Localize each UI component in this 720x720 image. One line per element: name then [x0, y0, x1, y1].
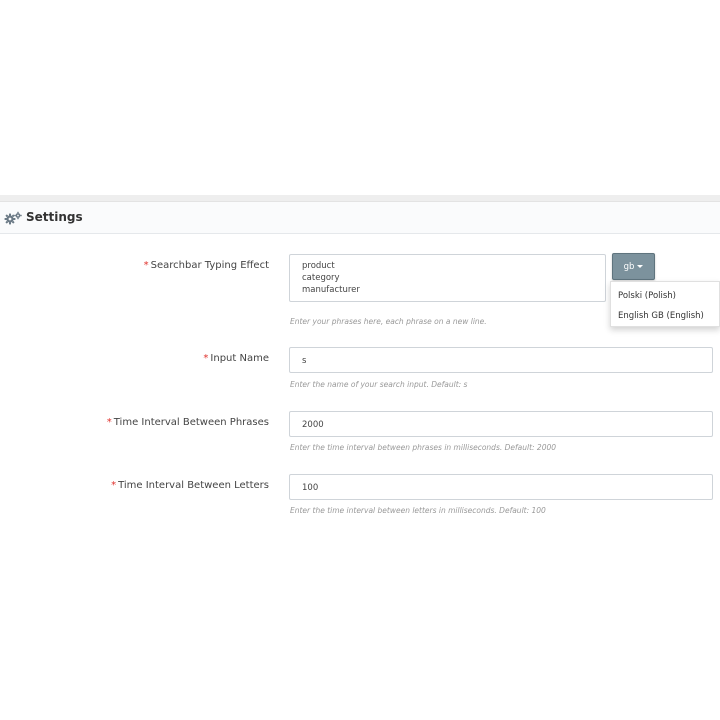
panel-heading: Settings: [0, 202, 720, 234]
required-marker: *: [111, 480, 117, 491]
phrase-interval-label-text: Time Interval Between Phrases: [113, 417, 269, 428]
language-select-button[interactable]: gb: [612, 253, 655, 280]
settings-panel: Settings * Searchbar Typing Effect produc…: [0, 195, 720, 535]
language-option-polish[interactable]: Polski (Polish): [618, 291, 676, 301]
letter-interval-field[interactable]: 100: [289, 474, 713, 500]
input-name-label-text: Input Name: [210, 353, 269, 364]
gears-icon: [4, 211, 22, 225]
caret-down-icon: [637, 265, 644, 268]
required-marker: *: [143, 260, 149, 271]
typing-effect-textarea[interactable]: product category manufacturer: [289, 254, 606, 302]
typing-effect-label-text: Searchbar Typing Effect: [150, 260, 269, 271]
panel-top-border: [0, 195, 720, 202]
letter-interval-help: Enter the time interval between letters …: [290, 506, 546, 515]
typing-effect-label: * Searchbar Typing Effect: [144, 260, 269, 271]
input-name-label: * Input Name: [203, 353, 269, 364]
phrase-interval-field[interactable]: 2000: [289, 411, 713, 437]
language-dropdown-menu: Polski (Polish) English GB (English): [610, 281, 720, 327]
textarea-line: product: [302, 261, 335, 271]
panel-title: Settings: [26, 210, 83, 224]
typing-effect-help: Enter your phrases here, each phrase on …: [290, 317, 487, 326]
input-name-field[interactable]: s: [289, 347, 713, 373]
phrase-interval-help: Enter the time interval between phrases …: [290, 443, 557, 452]
textarea-line: category: [302, 273, 340, 283]
language-code: gb: [623, 261, 635, 272]
textarea-line: manufacturer: [302, 285, 360, 295]
required-marker: *: [203, 353, 209, 364]
phrase-interval-label: * Time Interval Between Phrases: [107, 417, 269, 428]
letter-interval-label-text: Time Interval Between Letters: [118, 480, 269, 491]
language-option-english[interactable]: English GB (English): [618, 311, 704, 321]
required-marker: *: [106, 417, 112, 428]
input-name-help: Enter the name of your search input. Def…: [290, 380, 468, 389]
letter-interval-label: * Time Interval Between Letters: [111, 480, 269, 491]
